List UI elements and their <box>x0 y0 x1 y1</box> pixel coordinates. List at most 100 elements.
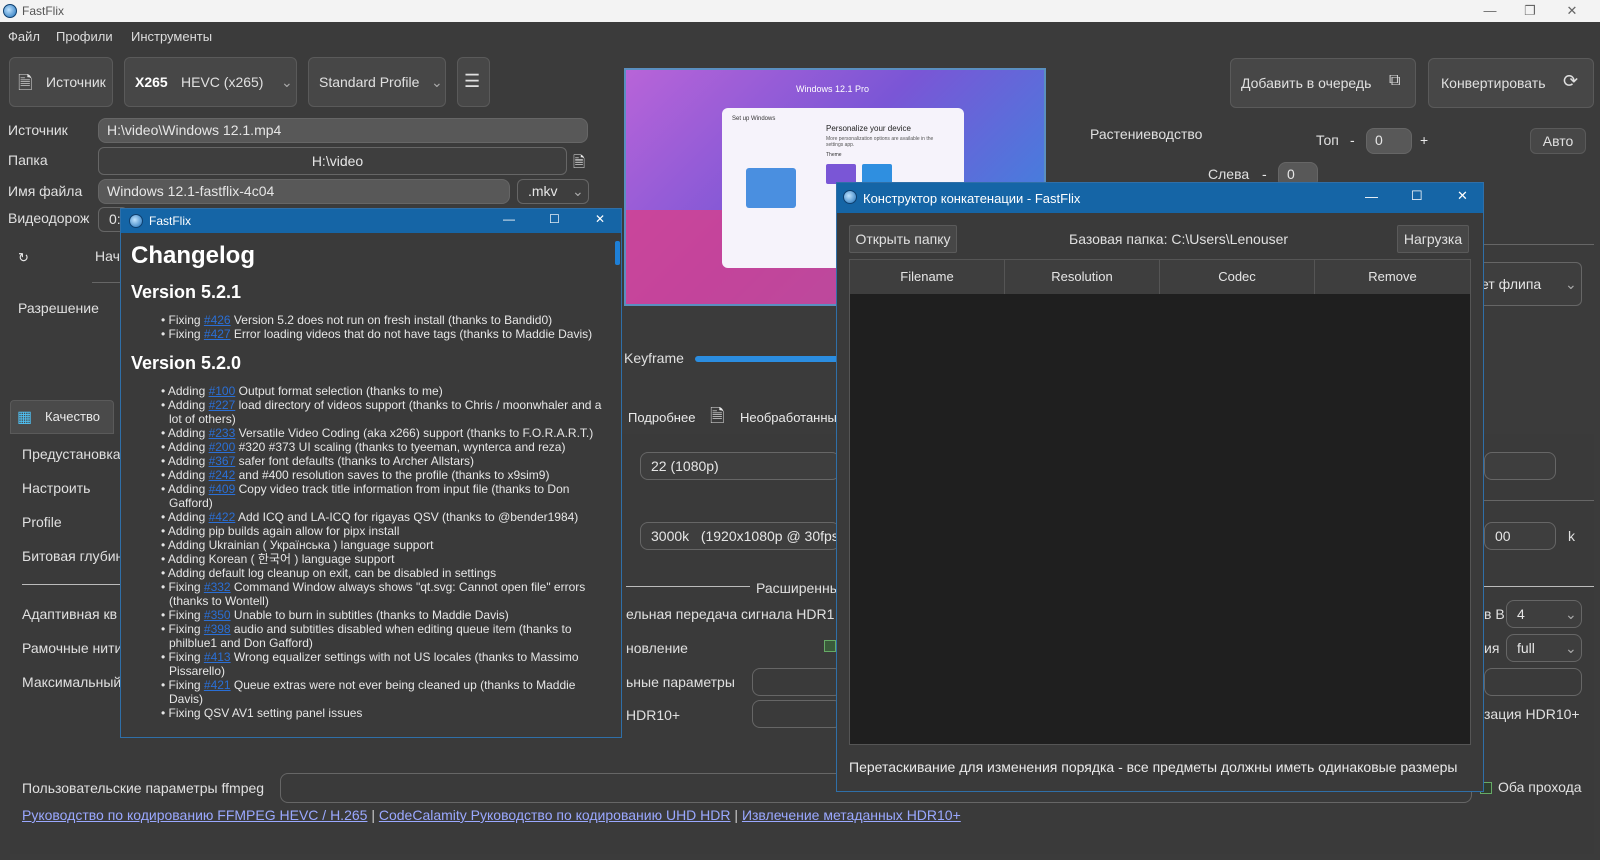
issue-link[interactable]: #242 <box>209 468 236 482</box>
fastflix-logo-icon <box>3 4 17 18</box>
tab-raw[interactable]: Необработанные <box>740 410 844 425</box>
source-button[interactable]: 🗎 Источник <box>9 57 113 107</box>
issue-link[interactable]: #409 <box>209 482 236 496</box>
maximize-icon[interactable]: ❐ <box>1510 2 1550 20</box>
changelog-item-prefix: Adding <box>167 510 209 524</box>
concat-table: Filename Resolution Codec Remove <box>849 259 1471 745</box>
changelog-item: Fixing #413 Wrong equalizer settings wit… <box>161 650 606 678</box>
issue-link[interactable]: #398 <box>204 622 231 636</box>
tab-details[interactable]: Подробнее <box>628 410 695 425</box>
resolution-select[interactable]: 22 (1080p) <box>640 452 840 480</box>
issue-link[interactable]: #367 <box>209 454 236 468</box>
crop-auto-button[interactable]: Авто <box>1530 128 1586 154</box>
changelog-item-text: Queue extras were not ever being cleaned… <box>169 678 576 706</box>
chevron-down-icon: ⌄ <box>1565 276 1577 292</box>
codecalamity-guide-link[interactable]: CodeCalamity Руководство по кодированию … <box>379 807 731 823</box>
issue-link[interactable]: #100 <box>209 384 236 398</box>
maximize-icon[interactable]: ☐ <box>549 212 560 226</box>
issue-link[interactable]: #233 <box>209 426 236 440</box>
theme-thumb <box>826 164 856 184</box>
profile-value: Standard Profile <box>319 74 420 90</box>
source-button-label: Источник <box>46 74 106 90</box>
params-field[interactable] <box>752 668 842 696</box>
crop-left-minus[interactable]: - <box>1262 166 1267 182</box>
issue-link[interactable]: #426 <box>204 313 231 327</box>
ffmpeg-hevc-guide-link[interactable]: Руководство по кодированию FFMPEG HEVC /… <box>22 807 367 823</box>
aq-select[interactable]: full ⌄ <box>1506 634 1582 662</box>
timeline-slider[interactable] <box>695 356 845 362</box>
hdr10-metadata-link[interactable]: Извлечение метаданных HDR10+ <box>742 807 961 823</box>
tab-quality[interactable]: ▦ Качество <box>10 400 114 434</box>
bframes-select[interactable]: 4 ⌄ <box>1506 600 1582 628</box>
source-field[interactable]: H:\video\Windows 12.1.mp4 <box>98 118 588 143</box>
close-icon[interactable]: ✕ <box>1552 2 1592 20</box>
crf-field[interactable] <box>1484 452 1556 480</box>
changelog-item: Fixing #426 Version 5.2 does not run on … <box>161 313 606 327</box>
bitrate-select[interactable]: 3000k (1920x1080p @ 30fps <box>640 522 840 550</box>
maximize-icon[interactable]: ☐ <box>1411 188 1423 204</box>
link-separator: | <box>371 807 375 823</box>
extension-select[interactable]: .mkv ⌄ <box>517 179 589 204</box>
changelog-item-prefix: Fixing <box>168 650 204 664</box>
restore-checkbox[interactable] <box>824 640 836 652</box>
hdr10plus-field[interactable] <box>752 700 842 728</box>
profile-edit-button[interactable]: ☰ <box>457 57 490 107</box>
issue-link[interactable]: #422 <box>209 510 236 524</box>
crop-top-minus[interactable]: - <box>1350 132 1355 148</box>
minimize-icon[interactable]: — <box>1365 189 1378 204</box>
changelog-item: Adding #233 Versatile Video Coding (aka … <box>161 426 606 440</box>
issue-link[interactable]: #421 <box>204 678 231 692</box>
changelog-item-prefix: Fixing <box>168 313 204 327</box>
column-header-resolution[interactable]: Resolution <box>1005 260 1160 294</box>
menu-tools[interactable]: Инструменты <box>131 29 212 44</box>
bitrate-custom-field[interactable]: 00 <box>1484 522 1556 550</box>
column-header-filename[interactable]: Filename <box>850 260 1005 294</box>
x265-logo-icon: X265 <box>135 74 168 90</box>
profile-select[interactable]: Standard Profile ⌄ <box>308 57 446 107</box>
changelog-window-title: FastFlix <box>149 214 191 228</box>
menu-file[interactable]: Файл <box>8 29 40 44</box>
divider <box>1484 586 1594 587</box>
crop-top-input[interactable]: 0 <box>1366 128 1412 154</box>
close-icon[interactable]: ✕ <box>595 212 605 226</box>
folder-open-icon[interactable]: 🗎 <box>573 152 585 177</box>
menu-profiles[interactable]: Профили <box>56 29 113 44</box>
refresh-icon[interactable]: ↻ <box>18 250 29 266</box>
issue-link[interactable]: #200 <box>209 440 236 454</box>
open-folder-button[interactable]: Открыть папку <box>849 225 957 253</box>
changelog-item-prefix: Adding <box>167 468 209 482</box>
divider <box>92 282 122 283</box>
column-header-remove[interactable]: Remove <box>1315 260 1470 294</box>
load-button[interactable]: Нагрузка <box>1397 225 1469 253</box>
filename-field[interactable]: Windows 12.1-fastflix-4c04 <box>98 179 510 204</box>
changelog-item: Adding #422 Add ICQ and LA-ICQ for rigay… <box>161 510 606 524</box>
bitdepth-label: Битовая глубин <box>22 548 124 564</box>
issue-link[interactable]: #427 <box>204 327 231 341</box>
encoder-select[interactable]: X265 HEVC (x265) ⌄ <box>124 57 297 107</box>
extra-field[interactable] <box>1484 668 1582 696</box>
changelog-item-text: Versatile Video Coding (aka x266) suppor… <box>235 426 594 440</box>
add-to-queue-button[interactable]: Добавить в очередь ⧉ <box>1230 58 1416 108</box>
issue-link[interactable]: #413 <box>204 650 231 664</box>
profile-label: Profile <box>22 514 62 530</box>
chevron-down-icon: ⌄ <box>1565 640 1577 656</box>
version-items: Fixing #426 Version 5.2 does not run on … <box>161 313 606 341</box>
issue-link[interactable]: #227 <box>209 398 236 412</box>
minimize-icon[interactable]: — <box>1470 2 1510 20</box>
issue-link[interactable]: #350 <box>204 608 231 622</box>
folder-field[interactable]: H:\video <box>98 147 567 175</box>
close-icon[interactable]: ✕ <box>1457 188 1468 204</box>
changelog-item: Adding pip builds again allow for pipx i… <box>161 524 606 538</box>
convert-button[interactable]: Конвертировать ⟳ <box>1428 58 1594 108</box>
flip-select[interactable]: ет флипа ⌄ <box>1470 262 1582 306</box>
crop-top-plus[interactable]: + <box>1420 132 1428 148</box>
quality-icon: ▦ <box>17 409 33 426</box>
issue-link[interactable]: #332 <box>204 580 231 594</box>
divider <box>1484 500 1594 501</box>
scrollbar-thumb[interactable] <box>615 241 620 265</box>
changelog-item: Adding #100 Output format selection (tha… <box>161 384 606 398</box>
column-header-codec[interactable]: Codec <box>1160 260 1315 294</box>
changelog-item: Fixing #398 audio and subtitles disabled… <box>161 622 606 650</box>
changelog-item-prefix: Fixing <box>168 327 204 341</box>
minimize-icon[interactable]: — <box>503 212 515 226</box>
